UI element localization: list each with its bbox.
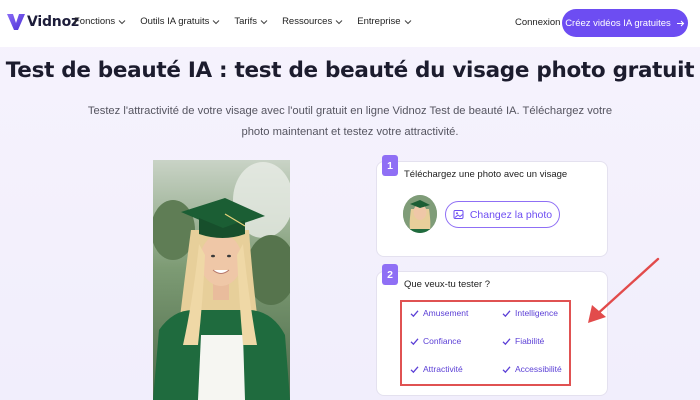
step1-label: Téléchargez une photo avec un visage	[404, 169, 568, 180]
step2-badge: 2	[382, 264, 398, 285]
option-confiance[interactable]: Confiance	[410, 336, 461, 346]
option-fiabilite[interactable]: Fiabilité	[502, 336, 544, 346]
checkmark-icon	[502, 337, 511, 345]
vidnoz-logo-icon	[7, 14, 25, 30]
menu-item-entreprise[interactable]: Entreprise	[357, 16, 411, 27]
option-label: Intelligence	[515, 308, 559, 318]
menu-item-ressources[interactable]: Ressources	[282, 16, 343, 27]
option-label: Accessibilité	[515, 364, 562, 374]
option-label: Fiabilité	[515, 336, 545, 346]
change-photo-button[interactable]: Changez la photo	[445, 201, 560, 228]
option-label: Confiance	[423, 336, 462, 346]
checkmark-icon	[502, 365, 511, 373]
logo-text: Vidnoz	[27, 14, 79, 30]
menu-item-label: Ressources	[282, 16, 333, 27]
menu-item-label: Entreprise	[357, 16, 401, 27]
menu-item-label: Tarifs	[234, 16, 258, 27]
arrow-right-icon	[676, 20, 685, 26]
sample-photo	[153, 160, 290, 400]
checkmark-icon	[410, 365, 419, 373]
cta-label: Créez vidéos IA gratuites	[565, 17, 671, 29]
option-label: Attractivité	[423, 364, 463, 374]
vidnoz-logo[interactable]: Vidnoz	[6, 12, 79, 32]
step1-badge: 1	[382, 155, 398, 176]
option-intelligence[interactable]: Intelligence	[502, 308, 558, 318]
menu-item-fonctions[interactable]: Fonctions	[74, 16, 126, 27]
menu-item-outils[interactable]: Outils IA gratuits	[140, 16, 220, 27]
page-title: Test de beauté IA : test de beauté du vi…	[5, 58, 695, 83]
page-subtitle: Testez l'attractivité de votre visage av…	[87, 105, 613, 138]
option-label: Amusement	[423, 308, 469, 318]
chevron-down-icon	[118, 19, 126, 24]
image-icon	[453, 210, 464, 219]
annotation-arrow-icon	[588, 257, 660, 323]
chevron-down-icon	[335, 19, 343, 24]
create-video-button[interactable]: Créez vidéos IA gratuites	[562, 9, 688, 37]
main-menu: Fonctions Outils IA gratuits Tarifs Ress…	[74, 16, 426, 27]
menu-item-label: Outils IA gratuits	[140, 16, 210, 27]
option-attractivite[interactable]: Attractivité	[410, 364, 463, 374]
step2-label: Que veux-tu tester ?	[404, 279, 491, 290]
option-amusement[interactable]: Amusement	[410, 308, 468, 318]
top-nav: Vidnoz Fonctions Outils IA gratuits Tari…	[0, 0, 700, 47]
option-accessibilite[interactable]: Accessibilité	[502, 364, 562, 374]
checkmark-icon	[410, 309, 419, 317]
checkmark-icon	[502, 309, 511, 317]
menu-item-label: Fonctions	[74, 16, 116, 27]
chevron-down-icon	[260, 19, 268, 24]
chevron-down-icon	[404, 19, 411, 24]
uploaded-photo-thumbnail	[403, 195, 437, 233]
checkmark-icon	[410, 337, 419, 345]
menu-item-tarifs[interactable]: Tarifs	[234, 16, 268, 27]
change-photo-label: Changez la photo	[469, 208, 553, 221]
login-link[interactable]: Connexion	[515, 17, 560, 28]
chevron-down-icon	[213, 19, 220, 24]
